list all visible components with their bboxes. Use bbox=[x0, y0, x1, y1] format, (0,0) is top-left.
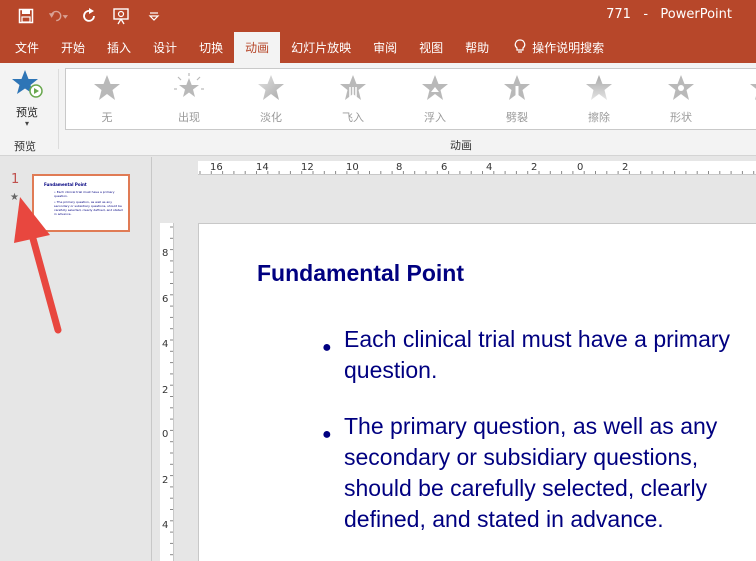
tab-slideshow[interactable]: 幻灯片放映 bbox=[280, 32, 362, 63]
ruler-label: 2 bbox=[162, 475, 169, 486]
star-split-icon bbox=[502, 73, 532, 107]
tab-animations[interactable]: 动画 bbox=[234, 32, 281, 63]
animation-split[interactable]: 劈裂 bbox=[487, 73, 547, 125]
title-bar: 771 - PowerPoint bbox=[0, 0, 756, 32]
slide-canvas[interactable]: Fundamental Point ● Each clinical trial … bbox=[198, 223, 756, 561]
animation-label: 无 bbox=[101, 111, 113, 124]
window-title: 771 - PowerPoint bbox=[606, 7, 732, 22]
star-partial-icon bbox=[748, 73, 756, 107]
animations-ribbon: 预览 ▾ 预览 无 出现 淡化 飞入 浮入 劈裂 擦除 形状 动画 bbox=[0, 63, 756, 156]
star-none-icon bbox=[92, 73, 122, 107]
ruler-label: 6 bbox=[162, 294, 169, 305]
slide-number: 1 bbox=[11, 172, 20, 187]
tab-review[interactable]: 审阅 bbox=[362, 32, 408, 63]
animation-shape[interactable]: 形状 bbox=[651, 73, 711, 125]
animation-label: 飞入 bbox=[342, 111, 364, 124]
ruler-label: 2 bbox=[162, 385, 169, 396]
redo-icon[interactable] bbox=[80, 6, 100, 26]
animation-label: 出现 bbox=[178, 111, 200, 124]
animation-label: 劈裂 bbox=[506, 111, 528, 124]
thumbnail-title: Fundamental Point bbox=[44, 182, 87, 187]
ruler-label: 16 bbox=[210, 162, 223, 173]
annotation-arrow-icon bbox=[14, 197, 62, 334]
animation-fly-in[interactable]: 飞入 bbox=[323, 73, 383, 125]
ruler-label: 14 bbox=[256, 162, 269, 173]
animation-partial[interactable] bbox=[733, 73, 756, 107]
tab-insert[interactable]: 插入 bbox=[96, 32, 142, 63]
slide-title[interactable]: Fundamental Point bbox=[257, 260, 464, 287]
tab-file[interactable]: 文件 bbox=[4, 32, 50, 63]
preview-button-label: 预览 bbox=[16, 106, 38, 119]
animations-group-label: 动画 bbox=[450, 139, 472, 152]
slide-bullet[interactable]: ● Each clinical trial must have a primar… bbox=[322, 324, 756, 386]
animation-label: 浮入 bbox=[424, 111, 446, 124]
ruler-label: 12 bbox=[301, 162, 314, 173]
animation-float-in[interactable]: 浮入 bbox=[405, 73, 465, 125]
bullet-dot-icon: ● bbox=[322, 339, 332, 356]
animation-fade[interactable]: 淡化 bbox=[241, 73, 301, 125]
star-fly-in-icon bbox=[338, 73, 368, 107]
ruler-label: 10 bbox=[346, 162, 359, 173]
ruler-label: 8 bbox=[396, 162, 403, 173]
lightbulb-icon bbox=[514, 38, 526, 57]
save-icon[interactable] bbox=[16, 6, 36, 26]
bullet-line: question. bbox=[344, 357, 438, 383]
undo-icon[interactable] bbox=[48, 6, 68, 26]
customize-qat-icon[interactable] bbox=[144, 6, 164, 26]
ruler-label: 0 bbox=[577, 162, 584, 173]
bullet-line: secondary or subsidiary questions, bbox=[344, 444, 699, 470]
animation-wipe[interactable]: 擦除 bbox=[569, 73, 629, 125]
quick-access-toolbar bbox=[16, 6, 164, 26]
animation-none[interactable]: 无 bbox=[77, 73, 137, 125]
animation-appear[interactable]: 出现 bbox=[159, 73, 219, 125]
slide-bullet[interactable]: ● The primary question, as well as any s… bbox=[322, 411, 756, 535]
star-appear-icon bbox=[174, 73, 204, 107]
tab-transitions[interactable]: 切换 bbox=[188, 32, 234, 63]
powerpoint-window: 771 - PowerPoint 文件 开始 插入 设计 切换 动画 幻灯片放映… bbox=[0, 0, 756, 561]
star-wipe-icon bbox=[584, 73, 614, 107]
ruler-label: 6 bbox=[441, 162, 448, 173]
bullet-line: should be carefully selected, clearly bbox=[344, 475, 708, 501]
tab-view[interactable]: 视图 bbox=[408, 32, 454, 63]
bullet-line: The primary question, as well as any bbox=[344, 413, 718, 439]
ribbon-separator bbox=[58, 69, 59, 149]
star-fade-icon bbox=[256, 73, 286, 107]
present-from-start-icon[interactable] bbox=[112, 6, 132, 26]
bullet-line: Each clinical trial must have a primary bbox=[344, 326, 731, 352]
ribbon-tabs: 文件 开始 插入 设计 切换 动画 幻灯片放映 审阅 视图 帮助 操作说明搜索 bbox=[0, 32, 756, 63]
bullet-dot-icon: ● bbox=[322, 426, 332, 443]
preview-group-label: 预览 bbox=[14, 140, 36, 153]
preview-button[interactable]: 预览 ▾ bbox=[10, 69, 44, 128]
tell-me-label: 操作说明搜索 bbox=[532, 41, 605, 55]
ruler-label: 2 bbox=[622, 162, 629, 173]
tab-home[interactable]: 开始 bbox=[50, 32, 96, 63]
preview-group: 预览 ▾ 预览 bbox=[0, 63, 56, 156]
horizontal-ruler: 16 14 12 10 8 6 4 2 0 2 bbox=[198, 161, 756, 175]
ruler-label: 0 bbox=[162, 429, 169, 440]
ruler-label: 4 bbox=[162, 520, 169, 531]
bullet-line: defined, and stated in advance. bbox=[344, 506, 664, 532]
ruler-label: 4 bbox=[486, 162, 493, 173]
slide-editor: 16 14 12 10 8 6 4 2 0 2 8 6 4 2 0 2 4 Fu… bbox=[153, 157, 756, 561]
tab-design[interactable]: 设计 bbox=[142, 32, 188, 63]
star-float-in-icon bbox=[420, 73, 450, 107]
ruler-label: 8 bbox=[162, 248, 169, 259]
tab-help[interactable]: 帮助 bbox=[454, 32, 500, 63]
vertical-ruler: 8 6 4 2 0 2 4 bbox=[160, 223, 174, 561]
ruler-label: 2 bbox=[531, 162, 538, 173]
chevron-down-icon[interactable]: ▾ bbox=[25, 120, 29, 128]
animation-label: 形状 bbox=[670, 111, 692, 124]
animation-label: 淡化 bbox=[260, 111, 282, 124]
animation-gallery: 无 出现 淡化 飞入 浮入 劈裂 擦除 形状 bbox=[65, 68, 756, 130]
star-shape-icon bbox=[666, 73, 696, 107]
tell-me-search[interactable]: 操作说明搜索 bbox=[500, 32, 615, 63]
animation-label: 擦除 bbox=[588, 111, 610, 124]
ruler-label: 4 bbox=[162, 339, 169, 350]
preview-star-icon bbox=[11, 69, 43, 103]
